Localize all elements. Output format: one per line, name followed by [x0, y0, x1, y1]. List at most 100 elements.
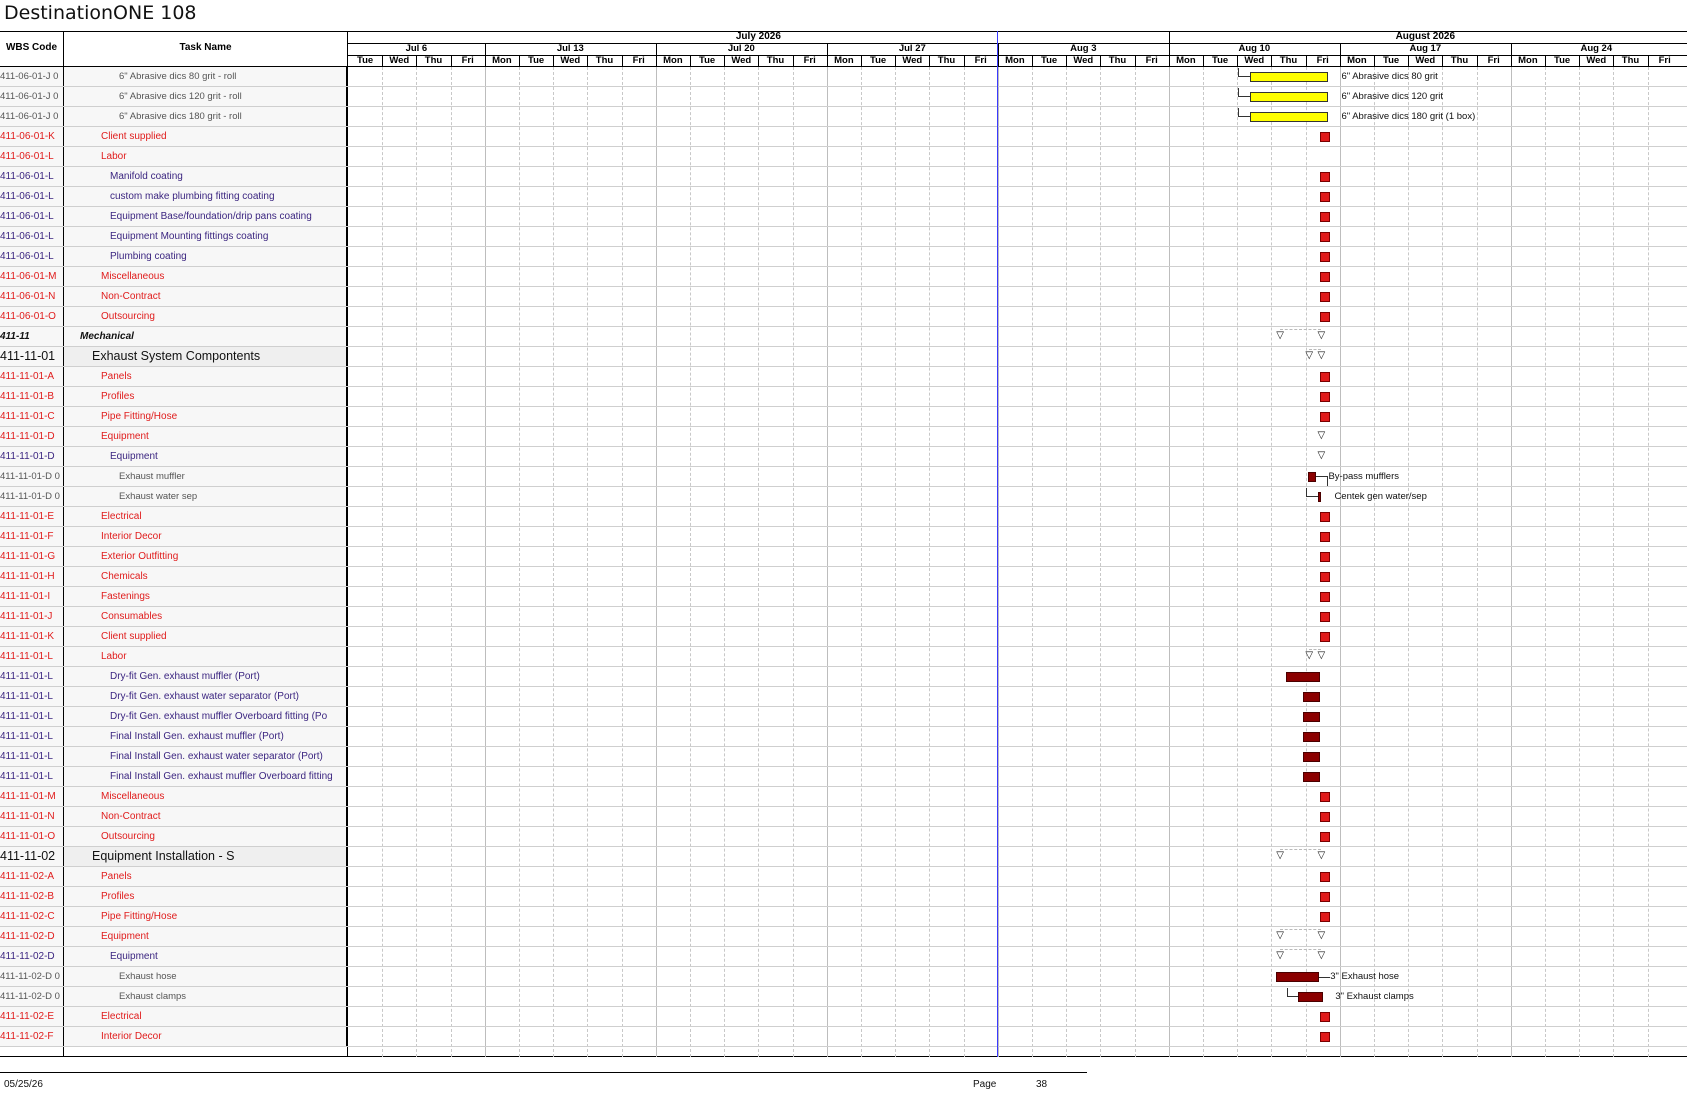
task-name-cell[interactable]: Manifold coating	[64, 167, 347, 186]
task-name-cell[interactable]: Exterior Outfitting	[64, 547, 347, 566]
table-row[interactable]: 411-06-01-L Plumbing coating	[0, 247, 1687, 267]
task-bar[interactable]	[1320, 832, 1331, 842]
month-header[interactable]: August 2026	[1169, 31, 1682, 42]
week-header[interactable]: Aug 3	[998, 43, 1169, 54]
wbs-code-cell[interactable]: 411-11-01-D 0	[0, 467, 64, 486]
task-bar[interactable]	[1250, 72, 1329, 82]
task-bar[interactable]	[1286, 672, 1321, 682]
task-bar[interactable]	[1320, 252, 1331, 262]
task-bar[interactable]	[1250, 112, 1329, 122]
table-row[interactable]: 411-11-01-D 0 Exhaust muffler	[0, 467, 1687, 487]
task-name-cell[interactable]: Final Install Gen. exhaust water separat…	[64, 747, 347, 766]
wbs-code-cell[interactable]: 411-06-01-J 0	[0, 107, 64, 126]
table-row[interactable]: 411-11-01-I Fastenings	[0, 587, 1687, 607]
task-name-cell[interactable]: custom make plumbing fitting coating	[64, 187, 347, 206]
wbs-code-cell[interactable]: 411-11-01-M	[0, 787, 64, 806]
task-bar[interactable]	[1320, 872, 1331, 882]
table-row[interactable]: 411-11-01-L Dry-fit Gen. exhaust muffler …	[0, 667, 1687, 687]
task-bar[interactable]	[1250, 92, 1329, 102]
task-name-cell[interactable]: Panels	[64, 367, 347, 386]
task-name-cell[interactable]: Equipment Installation - S	[64, 847, 347, 866]
table-row[interactable]: 411-11-01 Exhaust System Compontents	[0, 347, 1687, 367]
task-bar[interactable]	[1308, 472, 1317, 482]
wbs-code-cell[interactable]: 411-11-02-D 0	[0, 967, 64, 986]
task-name-cell[interactable]: Equipment	[64, 947, 347, 966]
wbs-code-cell[interactable]: 411-11-01-D 0	[0, 487, 64, 506]
wbs-code-cell[interactable]: 411-11-02	[0, 847, 64, 866]
table-row[interactable]: 411-11-01-O Outsourcing	[0, 827, 1687, 847]
wbs-code-cell[interactable]: 411-11-01-B	[0, 387, 64, 406]
table-row[interactable]: 411-11-01-L Final Install Gen. exhaust mu…	[0, 727, 1687, 747]
task-name-cell[interactable]: Interior Decor	[64, 527, 347, 546]
task-bar[interactable]	[1320, 572, 1331, 582]
wbs-code-cell[interactable]: 411-06-01-M	[0, 267, 64, 286]
table-row[interactable]: 411-11-02-C Pipe Fitting/Hose	[0, 907, 1687, 927]
task-name-cell[interactable]: Client supplied	[64, 127, 347, 146]
week-header[interactable]: Aug 10	[1169, 43, 1340, 54]
wbs-code-cell[interactable]: 411-06-01-L	[0, 187, 64, 206]
task-name-cell[interactable]: Dry-fit Gen. exhaust muffler Overboard f…	[64, 707, 347, 726]
task-name-column-header[interactable]: Task Name	[64, 42, 347, 53]
wbs-code-cell[interactable]: 411-11-01-L	[0, 707, 64, 726]
wbs-code-cell[interactable]: 411-11-01-O	[0, 827, 64, 846]
wbs-code-cell[interactable]: 411-11-01-L	[0, 647, 64, 666]
table-row[interactable]: 411-06-01-L Equipment Base/foundation/dri…	[0, 207, 1687, 227]
task-bar[interactable]	[1303, 772, 1321, 782]
task-name-cell[interactable]: Profiles	[64, 887, 347, 906]
wbs-code-cell[interactable]: 411-11-02-F	[0, 1027, 64, 1046]
task-name-cell[interactable]: Labor	[64, 647, 347, 666]
wbs-code-cell[interactable]: 411-06-01-L	[0, 147, 64, 166]
table-row[interactable]: 411-06-01-L custom make plumbing fitting …	[0, 187, 1687, 207]
month-header[interactable]: July 2026	[348, 31, 1169, 42]
task-bar[interactable]	[1320, 392, 1331, 402]
task-name-cell[interactable]: 6" Abrasive dics 120 grit - roll	[64, 87, 347, 106]
task-bar[interactable]	[1320, 232, 1331, 242]
task-name-cell[interactable]: Dry-fit Gen. exhaust muffler (Port)	[64, 667, 347, 686]
task-name-cell[interactable]: Equipment	[64, 447, 347, 466]
task-name-cell[interactable]: Profiles	[64, 387, 347, 406]
table-row[interactable]: 411-11-01-M Miscellaneous	[0, 787, 1687, 807]
task-bar[interactable]	[1320, 292, 1331, 302]
task-bar[interactable]	[1320, 212, 1331, 222]
task-name-cell[interactable]: Fastenings	[64, 587, 347, 606]
wbs-code-cell[interactable]: 411-11-01-L	[0, 687, 64, 706]
task-name-cell[interactable]: Pipe Fitting/Hose	[64, 907, 347, 926]
task-bar[interactable]	[1318, 492, 1322, 502]
table-row[interactable]: 411-11-02-D 0 Exhaust hose	[0, 967, 1687, 987]
table-row[interactable]: 411-11-01-G Exterior Outfitting	[0, 547, 1687, 567]
table-row[interactable]: 411-11-01-C Pipe Fitting/Hose	[0, 407, 1687, 427]
task-name-cell[interactable]: Non-Contract	[64, 287, 347, 306]
task-name-cell[interactable]: Miscellaneous	[64, 787, 347, 806]
table-row[interactable]: 411-06-01-K Client supplied	[0, 127, 1687, 147]
task-name-cell[interactable]: Panels	[64, 867, 347, 886]
wbs-code-cell[interactable]: 411-11-01-L	[0, 747, 64, 766]
wbs-code-cell[interactable]: 411-11-02-C	[0, 907, 64, 926]
wbs-code-cell[interactable]: 411-11-01-L	[0, 727, 64, 746]
task-bar[interactable]	[1276, 972, 1320, 982]
task-bar[interactable]	[1320, 272, 1331, 282]
wbs-code-cell[interactable]: 411-11-02-D	[0, 927, 64, 946]
task-name-cell[interactable]: Exhaust water sep	[64, 487, 347, 506]
table-row[interactable]: 411-11-02-B Profiles	[0, 887, 1687, 907]
task-bar[interactable]	[1320, 912, 1331, 922]
task-name-cell[interactable]: Client supplied	[64, 627, 347, 646]
table-row[interactable]: 411-11-02-A Panels	[0, 867, 1687, 887]
table-row[interactable]: 411-06-01-L Equipment Mounting fittings c…	[0, 227, 1687, 247]
table-row[interactable]: 411-11-01-L Labor	[0, 647, 1687, 667]
table-row[interactable]: 411-11-01-A Panels	[0, 367, 1687, 387]
table-row[interactable]: 411-11-02 Equipment Installation - S	[0, 847, 1687, 867]
task-name-cell[interactable]: Exhaust hose	[64, 967, 347, 986]
wbs-code-cell[interactable]: 411-11-02-B	[0, 887, 64, 906]
wbs-code-cell[interactable]: 411-11-01-D	[0, 447, 64, 466]
wbs-code-cell[interactable]: 411-06-01-L	[0, 207, 64, 226]
task-bar[interactable]	[1320, 812, 1331, 822]
task-bar[interactable]	[1320, 132, 1331, 142]
wbs-code-cell[interactable]: 411-11-01-F	[0, 527, 64, 546]
week-header[interactable]: Jul 20	[656, 43, 827, 54]
task-bar[interactable]	[1320, 1032, 1331, 1042]
task-bar[interactable]	[1320, 792, 1331, 802]
task-name-cell[interactable]: Equipment	[64, 427, 347, 446]
task-name-cell[interactable]: Exhaust muffler	[64, 467, 347, 486]
task-bar[interactable]	[1303, 752, 1321, 762]
task-name-cell[interactable]: Electrical	[64, 507, 347, 526]
